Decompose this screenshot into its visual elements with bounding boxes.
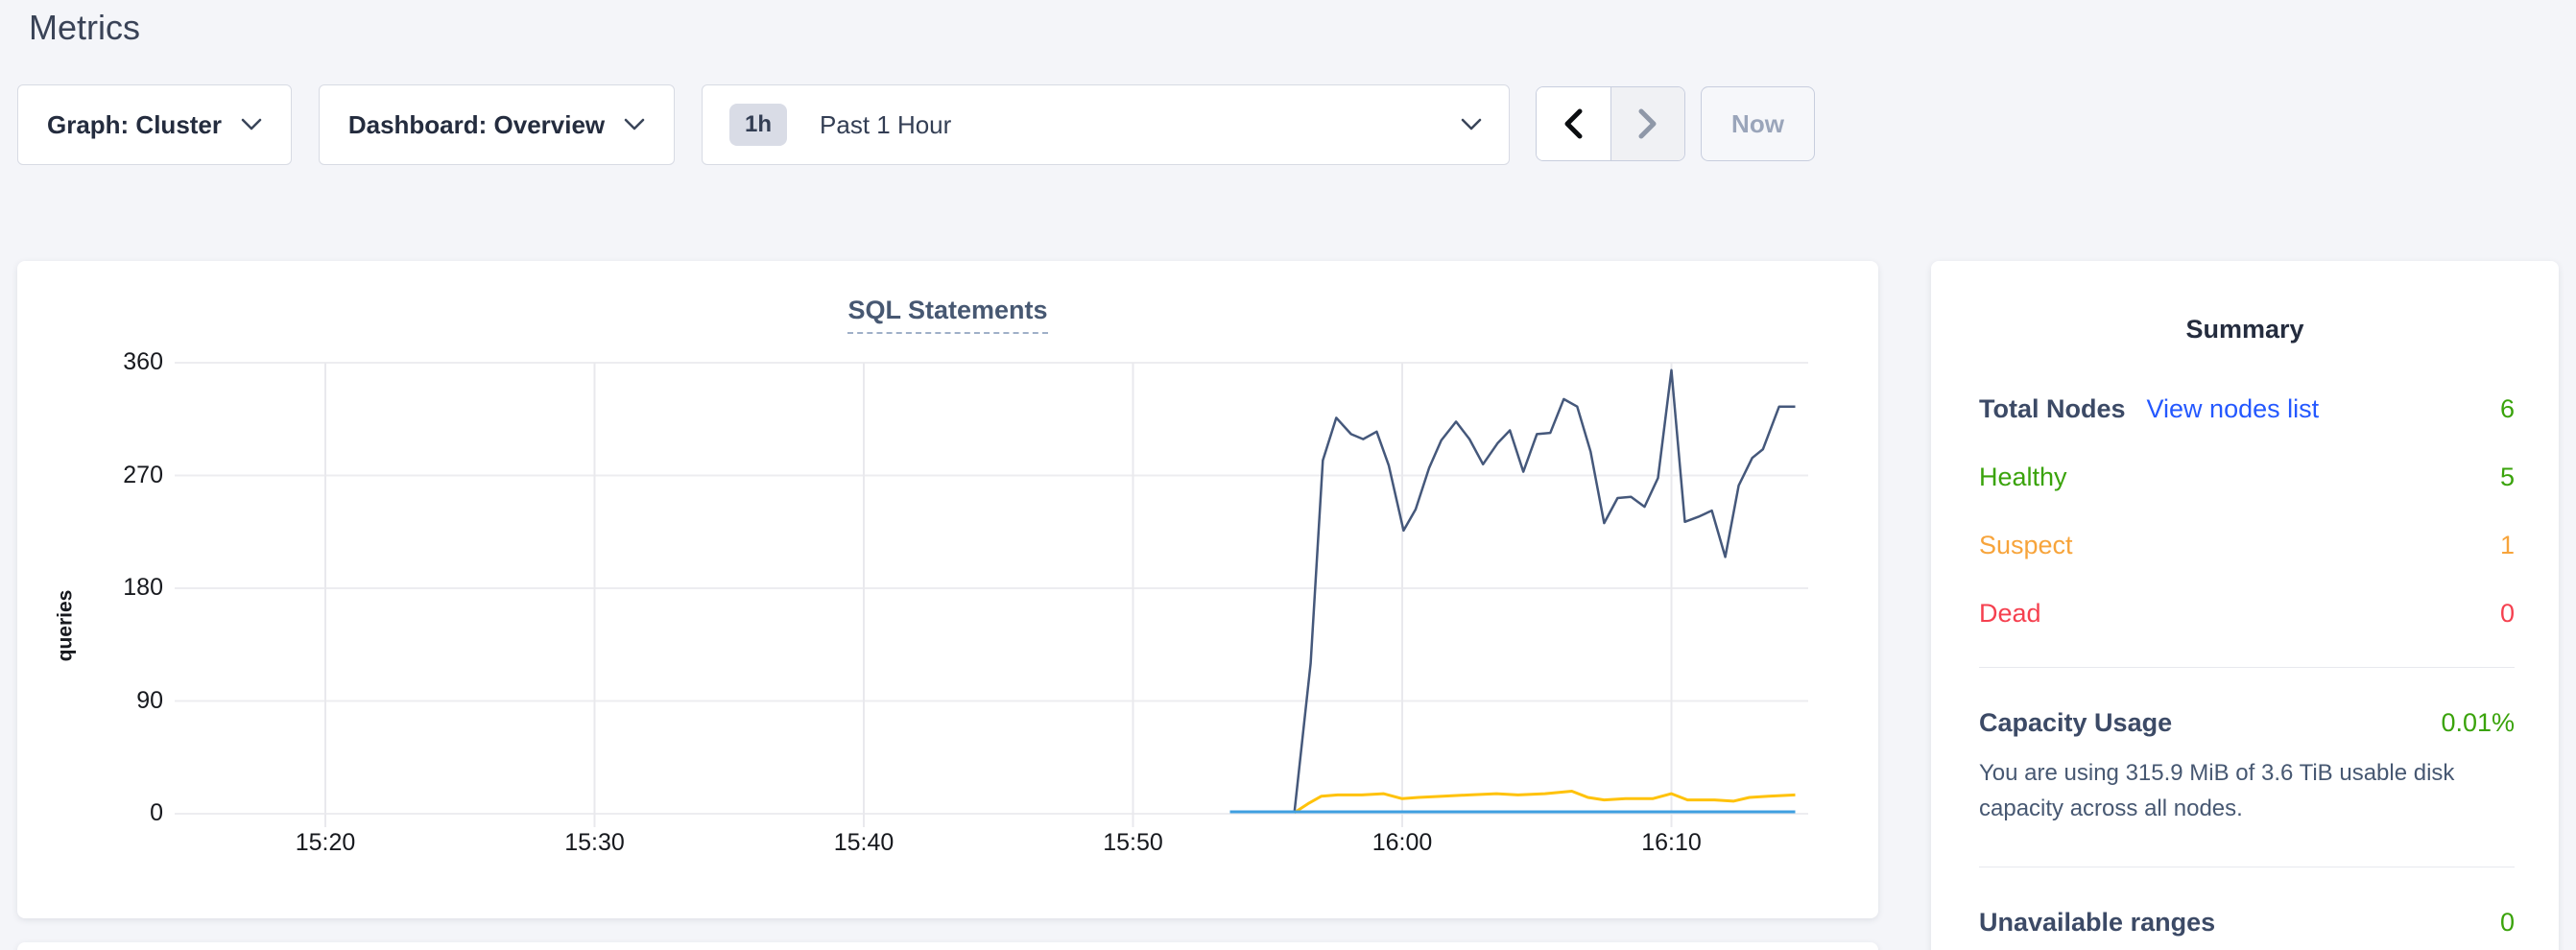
sql-statements-chart-card: SQL Statements queries 090180270360 15:2… [17,261,1878,918]
healthy-label: Healthy [1979,464,2067,490]
suspect-nodes-row: Suspect 1 [1979,533,2515,558]
y-tick-label: 90 [29,687,163,715]
chevron-down-icon [624,118,645,131]
y-tick-label: 270 [29,462,163,489]
graph-dropdown[interactable]: Graph: Cluster [17,84,292,165]
time-range-select[interactable]: 1h Past 1 Hour [702,84,1510,165]
dashboard-dropdown-label: Dashboard: Overview [348,110,605,140]
unavailable-ranges-label: Unavailable ranges [1979,910,2215,936]
chevron-down-icon [241,118,262,131]
y-axis: 090180270360 [29,355,163,835]
capacity-usage-value: 0.01% [2441,710,2515,736]
summary-panel: Summary Total Nodes View nodes list 6 He… [1931,261,2559,950]
total-nodes-row: Total Nodes View nodes list 6 [1979,396,2515,422]
time-range-badge: 1h [729,104,787,146]
next-timespan-button[interactable] [1611,87,1685,160]
unavailable-ranges-value: 0 [2500,910,2515,936]
dead-value: 0 [2500,601,2515,627]
capacity-usage-label: Capacity Usage [1979,710,2172,736]
summary-title: Summary [1931,315,2559,344]
chevron-right-icon [1635,107,1660,140]
next-chart-card [17,942,1878,950]
y-tick-label: 0 [29,799,163,827]
dead-label: Dead [1979,601,2041,627]
now-button[interactable]: Now [1701,86,1815,161]
capacity-usage-description: You are using 315.9 MiB of 3.6 TiB usabl… [1979,755,2515,826]
chevron-left-icon [1561,107,1586,140]
suspect-value: 1 [2500,533,2515,558]
chart-title[interactable]: SQL Statements [847,296,1047,334]
chevron-down-icon [1461,118,1482,131]
healthy-nodes-row: Healthy 5 [1979,464,2515,490]
y-tick-label: 180 [29,574,163,602]
x-tick-label: 15:50 [1103,829,1163,857]
suspect-label: Suspect [1979,533,2073,558]
x-tick-label: 16:00 [1372,829,1433,857]
graph-dropdown-label: Graph: Cluster [47,110,222,140]
x-tick-label: 15:40 [834,829,894,857]
dashboard-dropdown[interactable]: Dashboard: Overview [319,84,675,165]
time-range-label: Past 1 Hour [820,110,1461,140]
capacity-usage-row: Capacity Usage 0.01% [1979,710,2515,736]
view-nodes-list-link[interactable]: View nodes list [2147,396,2320,422]
divider [1979,667,2515,668]
navy-line [1295,370,1796,812]
total-nodes-label: Total Nodes [1979,396,2126,422]
unavailable-ranges-row: Unavailable ranges 0 [1979,910,2515,936]
x-tick-label: 16:10 [1641,829,1702,857]
x-axis: 15:20 15:30 15:40 15:50 16:00 16:10 [173,829,1814,867]
dead-nodes-row: Dead 0 [1979,601,2515,627]
x-tick-label: 15:20 [296,829,356,857]
now-button-label: Now [1731,109,1784,139]
page-title: Metrics [29,8,140,48]
previous-timespan-button[interactable] [1537,87,1611,160]
total-nodes-value: 6 [2500,396,2515,422]
chart-plot-area[interactable] [173,355,1814,835]
healthy-value: 5 [2500,464,2515,490]
y-tick-label: 360 [29,348,163,376]
metrics-page: Metrics Graph: Cluster Dashboard: Overvi… [0,0,2576,950]
time-pager [1536,86,1685,161]
x-tick-label: 15:30 [564,829,625,857]
yellow-line [1295,792,1796,813]
